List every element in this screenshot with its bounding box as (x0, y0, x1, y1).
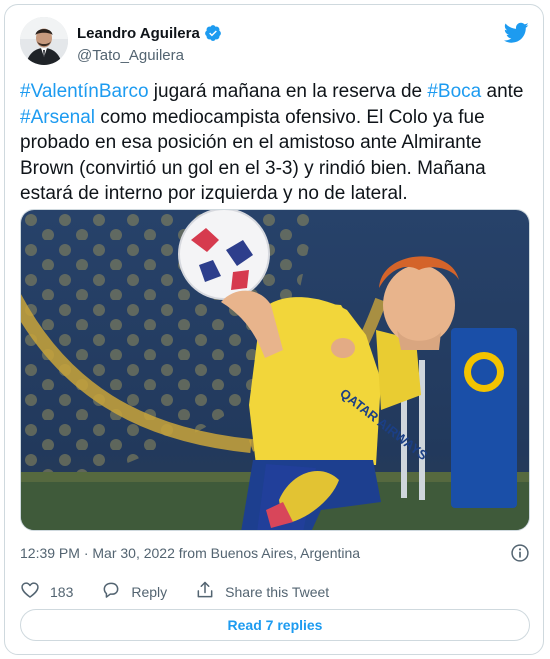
reply-button[interactable]: Reply (101, 580, 167, 605)
twitter-bird-icon[interactable] (503, 22, 529, 44)
author-name[interactable]: Leandro Aguilera (77, 25, 200, 42)
info-icon[interactable] (510, 543, 530, 563)
share-label: Share this Tweet (225, 584, 330, 600)
tweet-text: #ValentínBarco jugará mañana en la reser… (20, 79, 530, 207)
hashtag-link[interactable]: #Arsenal (20, 107, 95, 128)
author-block: Leandro Aguilera @Tato_Aguilera (77, 24, 222, 64)
tweet-text-segment: jugará mañana en la reserva de (148, 81, 428, 102)
hashtag-link[interactable]: #Boca (427, 81, 481, 102)
avatar[interactable] (20, 17, 68, 65)
like-button[interactable]: 183 (20, 580, 73, 605)
hashtag-link[interactable]: #ValentínBarco (20, 81, 149, 102)
tweet-meta: 12:39 PM · Mar 30, 2022 from Buenos Aire… (20, 542, 530, 564)
reply-label: Reply (131, 584, 168, 600)
tweet-photo[interactable]: QATAR AIRWAYS (20, 209, 530, 531)
share-button[interactable]: Share this Tweet (195, 580, 329, 605)
read-replies-button[interactable]: Read 7 replies (20, 609, 530, 641)
author-handle[interactable]: @Tato_Aguilera (77, 47, 222, 64)
verified-badge-icon (204, 24, 222, 42)
tweet-card: Leandro Aguilera @Tato_Aguilera #Valentí… (4, 4, 544, 655)
tweet-actions: 183 Reply Share this Tweet (20, 579, 357, 605)
tweet-timestamp[interactable]: 12:39 PM · Mar 30, 2022 from Buenos Aire… (20, 545, 360, 561)
tweet-text-segment: ante (481, 81, 524, 102)
like-count: 183 (50, 584, 74, 600)
heart-icon (20, 580, 40, 605)
share-icon (195, 580, 215, 605)
reply-icon (101, 580, 121, 605)
